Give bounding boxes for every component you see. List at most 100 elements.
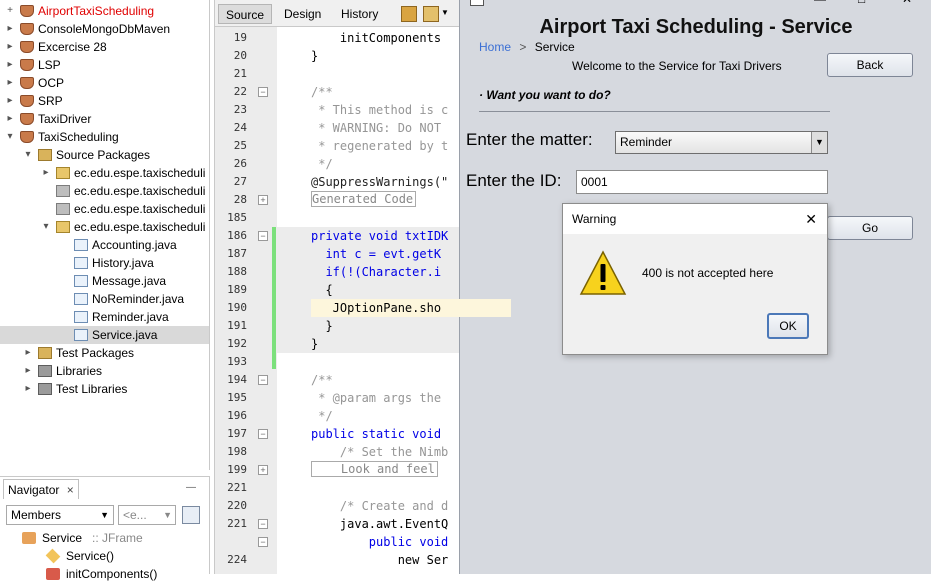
package-icon bbox=[56, 221, 70, 233]
breadcrumb: Home > Service bbox=[479, 40, 575, 54]
tree-item[interactable]: ▸ Libraries bbox=[0, 362, 209, 380]
code-line: { bbox=[311, 283, 333, 297]
navigator-item[interactable]: initComponents() bbox=[0, 565, 210, 583]
expand-toggle-icon[interactable]: ▸ bbox=[22, 380, 34, 398]
forward-history-icon[interactable] bbox=[423, 6, 439, 22]
expand-toggle-icon[interactable]: ▸ bbox=[4, 20, 16, 38]
line-number: 191 bbox=[227, 319, 247, 332]
expand-toggle-icon[interactable]: ▸ bbox=[22, 362, 34, 380]
tree-item[interactable]: + AirportTaxiScheduling bbox=[0, 2, 209, 20]
dialog-close-icon[interactable]: ✕ bbox=[805, 204, 817, 234]
expand-fold-icon[interactable]: + bbox=[258, 465, 268, 475]
navigator-options-button[interactable] bbox=[182, 506, 200, 524]
tree-item[interactable]: ▸ TaxiDriver bbox=[0, 110, 209, 128]
java-file-icon bbox=[74, 311, 88, 323]
expand-toggle-icon[interactable]: ▸ bbox=[4, 56, 16, 74]
tree-item[interactable]: ec.edu.espe.taxischeduli bbox=[0, 182, 209, 200]
navigator-close-icon[interactable]: × bbox=[67, 483, 74, 497]
collapse-fold-icon[interactable]: − bbox=[258, 429, 268, 439]
question-text: · Want you want to do? bbox=[479, 88, 611, 102]
members-select-value: Members bbox=[11, 508, 62, 522]
code-editor: Source Design History ▼ 19 20 21 22 − 23 24 25 2… bbox=[214, 0, 511, 574]
tree-item[interactable]: ▾ Source Packages bbox=[0, 146, 209, 164]
collapse-toggle-icon[interactable]: ▾ bbox=[40, 218, 52, 236]
line-number: 195 bbox=[227, 391, 247, 404]
history-dropdown-icon[interactable]: ▼ bbox=[441, 8, 449, 17]
tree-item-label: NoReminder.java bbox=[92, 292, 185, 306]
collapse-fold-icon[interactable]: − bbox=[258, 519, 268, 529]
tree-item[interactable]: ▸ ConsoleMongoDbMaven bbox=[0, 20, 209, 38]
navigator-item-label: initComponents() bbox=[66, 567, 158, 581]
tree-item-label: Test Packages bbox=[56, 346, 135, 360]
tree-item[interactable]: ▸ LSP bbox=[0, 56, 209, 74]
collapse-fold-icon[interactable]: − bbox=[258, 87, 268, 97]
tree-item[interactable]: ec.edu.espe.taxischeduli bbox=[0, 200, 209, 218]
tree-item[interactable]: ▸ Excercise 28 bbox=[0, 38, 209, 56]
back-history-icon[interactable] bbox=[401, 6, 417, 22]
expand-toggle-icon[interactable]: ▸ bbox=[4, 74, 16, 92]
members-select[interactable]: Members ▼ bbox=[6, 505, 114, 525]
tree-item[interactable]: History.java bbox=[0, 254, 209, 272]
code-line: @SuppressWarnings(" bbox=[311, 175, 449, 189]
tree-item[interactable]: Reminder.java bbox=[0, 308, 209, 326]
window-minimize-button[interactable]: — bbox=[814, 0, 826, 6]
ok-button[interactable]: OK bbox=[767, 313, 809, 339]
navigator-item-label: Service bbox=[42, 531, 83, 545]
line-number: 221 bbox=[227, 517, 247, 530]
project-icon bbox=[20, 95, 34, 107]
code-line: initComponents bbox=[311, 31, 442, 45]
expand-fold-icon[interactable]: + bbox=[258, 195, 268, 205]
tab-source[interactable]: Source bbox=[218, 4, 273, 24]
line-number: 187 bbox=[227, 247, 247, 260]
collapse-fold-icon[interactable]: − bbox=[258, 537, 268, 547]
expand-toggle-icon[interactable]: ▸ bbox=[4, 38, 16, 56]
collapse-fold-icon[interactable]: − bbox=[258, 231, 268, 241]
go-button[interactable]: Go bbox=[827, 216, 913, 240]
tree-item[interactable]: ▸ Test Packages bbox=[0, 344, 209, 362]
tree-item[interactable]: ▸ SRP bbox=[0, 92, 209, 110]
code-line: JOptionPane.sho bbox=[311, 299, 511, 317]
tree-item[interactable]: NoReminder.java bbox=[0, 290, 209, 308]
expand-toggle-icon[interactable]: ▸ bbox=[22, 344, 34, 362]
navigator-tab[interactable]: Navigator × bbox=[3, 479, 79, 499]
navigator-minimize-icon[interactable]: — bbox=[186, 482, 196, 493]
warning-icon bbox=[579, 250, 627, 295]
back-button[interactable]: Back bbox=[827, 53, 913, 77]
breadcrumb-home-link[interactable]: Home bbox=[479, 40, 511, 54]
code-line: } bbox=[311, 319, 333, 333]
changed-lines-marker bbox=[272, 227, 276, 369]
tree-item[interactable]: Message.java bbox=[0, 272, 209, 290]
tree-item[interactable]: ▾ TaxiScheduling bbox=[0, 128, 209, 146]
code-line: /* Set the Nimb bbox=[311, 445, 449, 459]
expand-toggle-icon[interactable]: ▸ bbox=[4, 92, 16, 110]
java-file-icon bbox=[74, 293, 88, 305]
tree-item[interactable]: ▸ Test Libraries bbox=[0, 380, 209, 398]
id-input[interactable] bbox=[576, 170, 828, 194]
code-line: /** bbox=[311, 373, 333, 387]
expand-toggle-icon[interactable]: + bbox=[4, 2, 16, 20]
line-number: 197 bbox=[227, 427, 247, 440]
collapse-toggle-icon[interactable]: ▾ bbox=[22, 146, 34, 164]
tree-item[interactable]: ▸ ec.edu.espe.taxischeduli bbox=[0, 164, 209, 182]
window-close-button[interactable]: ✕ bbox=[902, 0, 912, 6]
navigator-item[interactable]: Service :: JFrame bbox=[0, 529, 210, 547]
filter-select[interactable]: <e... ▼ bbox=[118, 505, 176, 525]
tree-item[interactable]: Accounting.java bbox=[0, 236, 209, 254]
matter-select[interactable]: Reminder ▼ bbox=[615, 131, 828, 154]
tree-item-label: TaxiDriver bbox=[38, 112, 92, 126]
collapse-toggle-icon[interactable]: ▾ bbox=[4, 128, 16, 146]
navigator-item[interactable]: Service() bbox=[0, 547, 210, 565]
package-gray-icon bbox=[56, 203, 70, 215]
window-maximize-button[interactable]: □ bbox=[858, 0, 865, 6]
tab-design[interactable]: Design bbox=[277, 4, 328, 24]
tree-item[interactable]: ▸ OCP bbox=[0, 74, 209, 92]
collapse-fold-icon[interactable]: − bbox=[258, 375, 268, 385]
expand-toggle-icon[interactable]: ▸ bbox=[4, 110, 16, 128]
warning-dialog: Warning ✕ 400 is not accepted here OK bbox=[562, 203, 828, 355]
dialog-titlebar: Warning ✕ bbox=[563, 204, 827, 234]
expand-toggle-icon[interactable]: ▸ bbox=[40, 164, 52, 182]
line-number: 192 bbox=[227, 337, 247, 350]
tree-item[interactable]: Service.java bbox=[0, 326, 209, 344]
tree-item[interactable]: ▾ ec.edu.espe.taxischeduli bbox=[0, 218, 209, 236]
tab-history[interactable]: History bbox=[334, 4, 385, 24]
